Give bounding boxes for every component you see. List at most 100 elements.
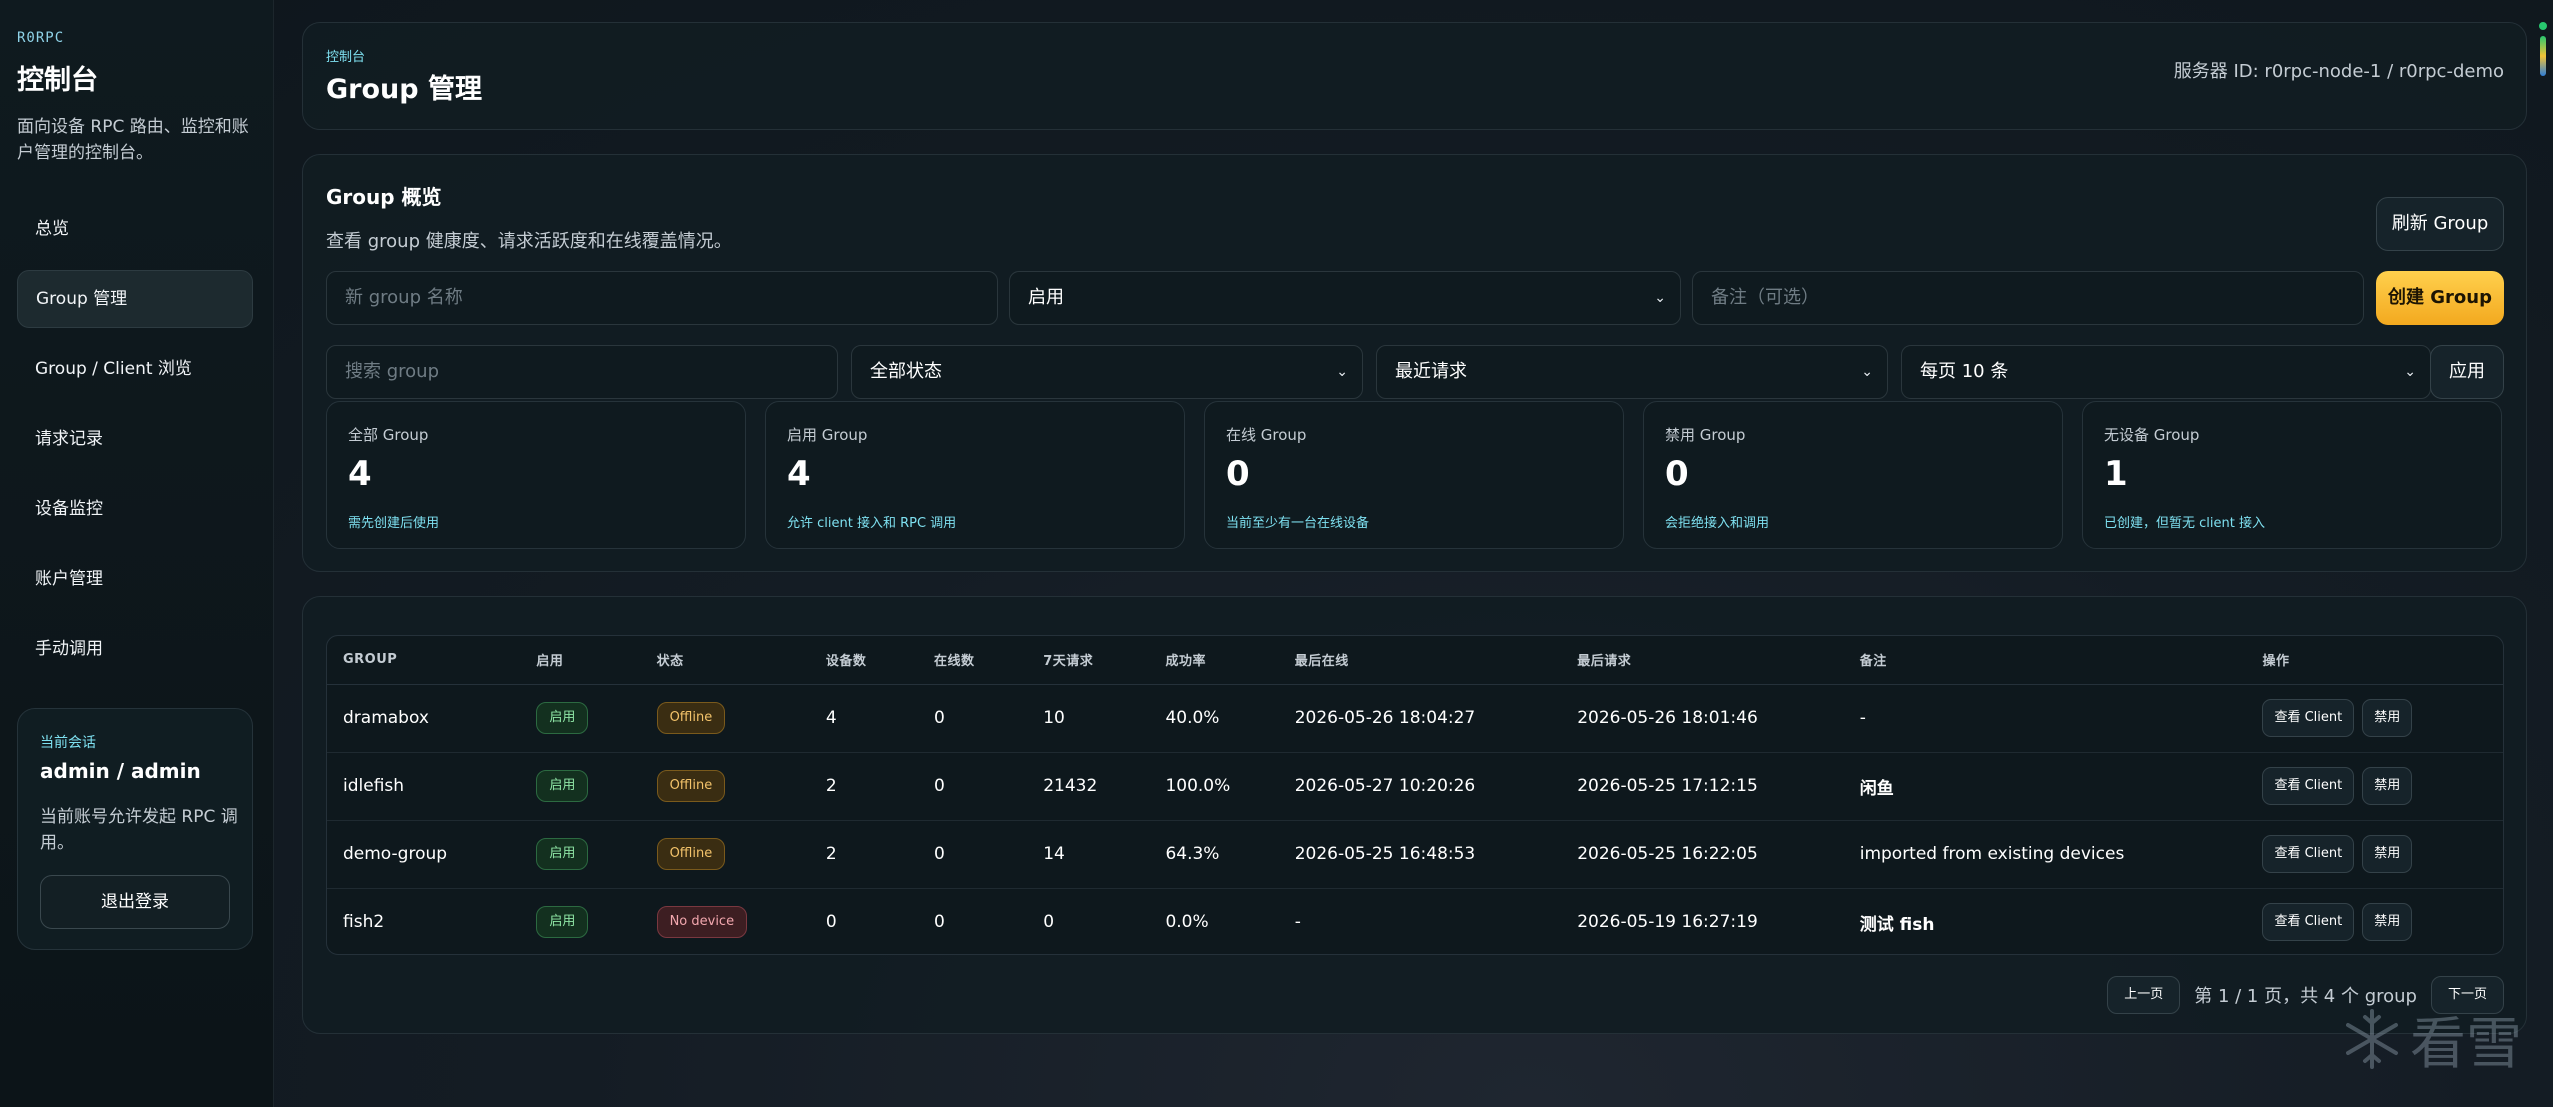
nav-item-device-monitor[interactable]: 设备监控 xyxy=(17,480,253,538)
note: 闲鱼 xyxy=(1843,752,2247,821)
stat-note: 会拒绝接入和调用 xyxy=(1665,516,1770,531)
table-row: fish2 启用 No device 0 0 0 0.0% - 2026-05-… xyxy=(327,888,2503,954)
stat-value: 1 xyxy=(2104,454,2128,494)
device-count: 0 xyxy=(825,912,837,933)
device-count: 2 xyxy=(809,820,919,889)
success-rate: 100.0% xyxy=(1149,752,1279,821)
stat-label: 在线 Group xyxy=(1226,426,1307,444)
column-header: 在线数 xyxy=(918,636,1028,685)
stat-note: 已创建，但暂无 client 接入 xyxy=(2104,516,2265,531)
stat-card-no-device: 无设备 Group 1 已创建，但暂无 client 接入 xyxy=(2082,401,2502,549)
nav-item-manual-call[interactable]: 手动调用 xyxy=(17,620,253,678)
view-client-button[interactable]: 查看 Client xyxy=(2262,767,2355,805)
prev-page-button[interactable]: 上一页 xyxy=(2107,976,2181,1014)
column-header: 最后在线 xyxy=(1278,636,1562,685)
session-user: admin / admin xyxy=(40,759,201,783)
chevron-down-icon: ⌄ xyxy=(1654,290,1666,306)
column-header: 启用 xyxy=(520,636,641,685)
stat-note: 需先创建后使用 xyxy=(348,516,440,531)
stat-label: 禁用 Group xyxy=(1665,426,1746,444)
disable-button[interactable]: 禁用 xyxy=(2362,699,2413,737)
chevron-down-icon: ⌄ xyxy=(1336,364,1348,380)
status-badge: Offline xyxy=(656,702,726,734)
stat-value: 0 xyxy=(1665,454,1689,494)
note: - xyxy=(1843,684,2247,753)
watermark-text: 看雪 xyxy=(2410,1011,2522,1077)
online-count: 0 xyxy=(918,820,1028,889)
sidebar-nav: 总览 Group 管理 Group / Client 浏览 请求记录 设备监控 … xyxy=(17,200,253,690)
nav-item-group-client-browse[interactable]: Group / Client 浏览 xyxy=(17,340,253,398)
device-count: 4 xyxy=(809,684,919,753)
sort-select-value: 最近请求 xyxy=(1395,361,1467,382)
nav-item-request-log[interactable]: 请求记录 xyxy=(17,410,253,468)
status-filter-value: 全部状态 xyxy=(870,361,942,382)
chevron-down-icon: ⌄ xyxy=(2404,364,2416,380)
note: 测试 fish xyxy=(1859,914,1935,935)
nav-item-group-management[interactable]: Group 管理 xyxy=(17,270,253,328)
enabled-badge: 启用 xyxy=(536,906,589,939)
disable-button[interactable]: 禁用 xyxy=(2362,767,2413,805)
disable-button[interactable]: 禁用 xyxy=(2362,835,2413,873)
snowflake-icon xyxy=(2346,1009,2398,1069)
page-size-select[interactable]: 每页 10 条 ⌄ xyxy=(1901,345,2431,399)
request-count: 10 xyxy=(1027,684,1150,753)
success-rate: 0.0% xyxy=(1165,912,1209,933)
stat-card-enabled: 启用 Group 4 允许 client 接入和 RPC 调用 xyxy=(765,401,1185,549)
breadcrumb: 控制台 xyxy=(326,50,366,65)
server-id: 服务器 ID: r0rpc-node-1 / r0rpc-demo xyxy=(2173,61,2504,82)
create-group-button[interactable]: 创建 Group xyxy=(2376,271,2504,325)
last-online: 2026-05-27 10:20:26 xyxy=(1278,752,1562,821)
group-name: idlefish xyxy=(327,752,521,821)
last-request: 2026-05-26 18:01:46 xyxy=(1561,684,1844,753)
stat-label: 全部 Group xyxy=(348,426,429,444)
status-badge: No device xyxy=(656,906,748,939)
online-count: 0 xyxy=(918,752,1028,821)
scrollbar-thumb[interactable] xyxy=(2540,36,2546,76)
online-count: 0 xyxy=(934,912,945,933)
view-client-button[interactable]: 查看 Client xyxy=(2262,835,2355,873)
group-name: fish2 xyxy=(343,912,385,933)
enable-select-value: 启用 xyxy=(1028,287,1064,308)
stat-value: 4 xyxy=(787,454,811,494)
page-size-value: 每页 10 条 xyxy=(1920,361,2009,382)
column-header: 设备数 xyxy=(809,636,919,685)
session-label: 当前会话 xyxy=(40,735,96,751)
note-input[interactable]: 备注（可选） xyxy=(1692,271,2364,325)
status-badge: Offline xyxy=(656,838,726,870)
last-request: 2026-05-25 16:22:05 xyxy=(1561,820,1844,889)
overview-title: Group 概览 xyxy=(326,185,442,209)
apply-button[interactable]: 应用 xyxy=(2430,345,2504,399)
overview-panel: Group 概览 查看 group 健康度、请求活跃度和在线覆盖情况。 刷新 G… xyxy=(302,154,2527,572)
status-filter-select[interactable]: 全部状态 ⌄ xyxy=(851,345,1363,399)
enable-select[interactable]: 启用 ⌄ xyxy=(1009,271,1681,325)
sidebar-description: 面向设备 RPC 路由、监控和账户管理的控制台。 xyxy=(17,117,249,163)
overview-description: 查看 group 健康度、请求活跃度和在线覆盖情况。 xyxy=(326,231,732,252)
brand-label: R0RPC xyxy=(17,30,65,46)
watermark: 看雪 xyxy=(2340,1004,2522,1077)
table-row: dramabox 启用 Offline 4 0 10 40.0% 2026-05… xyxy=(327,684,2503,753)
last-request: 2026-05-25 17:12:15 xyxy=(1561,752,1844,821)
note: imported from existing devices xyxy=(1843,820,2247,889)
column-header: 最后请求 xyxy=(1561,636,1844,685)
search-group-input[interactable]: 搜索 group xyxy=(326,345,838,399)
disable-button[interactable]: 禁用 xyxy=(2362,903,2413,942)
nav-item-overview[interactable]: 总览 xyxy=(17,200,253,258)
logout-button[interactable]: 退出登录 xyxy=(40,875,230,929)
new-group-name-input[interactable]: 新 group 名称 xyxy=(326,271,998,325)
success-rate: 40.0% xyxy=(1149,684,1279,753)
stat-note: 当前至少有一台在线设备 xyxy=(1226,516,1370,531)
stat-value: 4 xyxy=(348,454,372,494)
nav-item-account-management[interactable]: 账户管理 xyxy=(17,550,253,608)
table-header-row: GROUP 启用 状态 设备数 在线数 7天请求 成功率 最后在线 最后请求 备… xyxy=(327,636,2503,685)
view-client-button[interactable]: 查看 Client xyxy=(2262,903,2355,942)
online-count: 0 xyxy=(918,684,1028,753)
sort-select[interactable]: 最近请求 ⌄ xyxy=(1376,345,1888,399)
view-client-button[interactable]: 查看 Client xyxy=(2262,699,2355,737)
session-description: 当前账号允许发起 RPC 调用。 xyxy=(40,807,238,853)
group-table: GROUP 启用 状态 设备数 在线数 7天请求 成功率 最后在线 最后请求 备… xyxy=(326,635,2504,955)
stat-label: 启用 Group xyxy=(787,426,868,444)
stat-label: 无设备 Group xyxy=(2104,426,2200,444)
refresh-group-button[interactable]: 刷新 Group xyxy=(2376,197,2504,251)
scroll-indicator[interactable] xyxy=(2539,22,2547,94)
sidebar: R0RPC 控制台 面向设备 RPC 路由、监控和账户管理的控制台。 总览 Gr… xyxy=(0,0,274,1107)
